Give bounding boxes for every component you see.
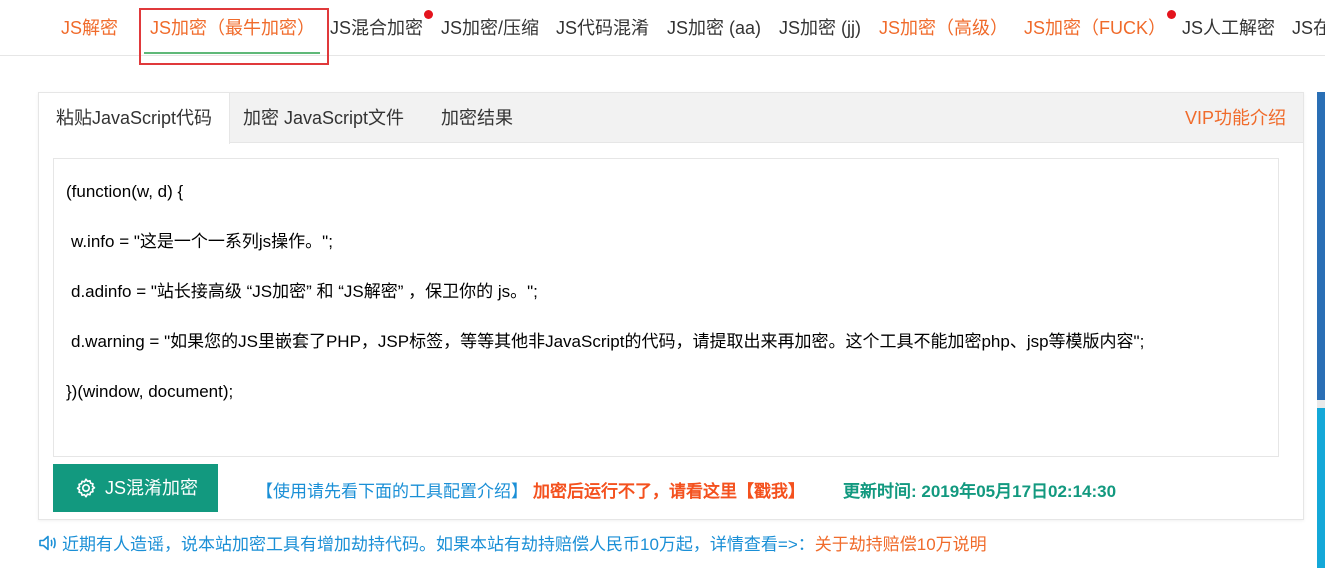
code-line: d.adinfo = "站长接高级 “JS加密” 和 “JS解密” ，保卫你的 … xyxy=(71,282,538,301)
tab-paste-code[interactable]: 粘贴JavaScript代码 xyxy=(39,93,231,144)
nav-item-js-decrypt[interactable]: JS解密 xyxy=(61,16,118,40)
tab-label: 加密结果 xyxy=(441,108,513,128)
nav-item-label: JS加密（高级） xyxy=(879,18,1009,38)
code-line: (function(w, d) { xyxy=(66,182,184,201)
nav-item-js-obfuscate[interactable]: JS代码混淆 xyxy=(556,16,649,40)
nav-item-js-online[interactable]: JS在 xyxy=(1292,16,1325,40)
nav-item-label: JS在 xyxy=(1292,18,1325,38)
troubleshoot-link[interactable]: 加密后运行不了，请看这里【戳我】 xyxy=(533,477,805,502)
encrypt-panel: 粘贴JavaScript代码 加密 JavaScript文件 加密结果 VIP功… xyxy=(38,92,1304,520)
nav-item-js-mixed-encrypt[interactable]: JS混合加密 xyxy=(330,10,434,40)
speaker-icon xyxy=(39,535,56,551)
right-edge-banner xyxy=(1317,408,1325,568)
tab-encrypt-file[interactable]: 加密 JavaScript文件 xyxy=(226,93,421,143)
nav-item-js-encrypt-compress[interactable]: JS加密/压缩 xyxy=(441,16,539,40)
encrypt-button[interactable]: JS混淆加密 xyxy=(53,464,218,512)
nav-item-js-manual-decrypt[interactable]: JS人工解密 xyxy=(1182,16,1275,40)
nav-item-label: JS混合加密 xyxy=(330,18,424,38)
nav-item-label: JS加密 (jj) xyxy=(779,18,861,38)
code-line: })(window, document); xyxy=(66,382,234,401)
new-badge-dot xyxy=(424,10,434,19)
nav-item-label: JS加密（FUCK） xyxy=(1024,18,1167,38)
vip-features-link[interactable]: VIP功能介绍 xyxy=(1185,93,1286,143)
code-line: w.info = "这是一个一系列js操作。"; xyxy=(71,232,333,251)
nav-item-label: JS代码混淆 xyxy=(556,18,650,38)
code-input-textarea[interactable]: (function(w, d) { w.info = "这是一个一系列js操作。… xyxy=(53,158,1279,457)
action-row: JS混淆加密 【使用请先看下面的工具配置介绍】 加密后运行不了，请看这里【戳我】… xyxy=(53,464,1293,512)
new-badge-dot xyxy=(1167,10,1177,19)
tab-encrypt-result[interactable]: 加密结果 xyxy=(424,93,530,143)
tab-label: 加密 JavaScript文件 xyxy=(243,108,405,128)
nav-item-js-encrypt-fuck[interactable]: JS加密（FUCK） xyxy=(1024,10,1177,40)
nav-item-js-encrypt-aa[interactable]: JS加密 (aa) xyxy=(667,16,761,40)
active-nav-highlight-box xyxy=(139,8,329,65)
notice-bar: 近期有人造谣，说本站加密工具有增加劫持代码。如果本站有劫持赔偿人民币10万起，详… xyxy=(38,533,987,557)
code-line: d.warning = "如果您的JS里嵌套了PHP，JSP标签，等等其他非Ja… xyxy=(71,332,1145,351)
tab-bar: 粘贴JavaScript代码 加密 JavaScript文件 加密结果 VIP功… xyxy=(39,93,1303,144)
nav-item-js-encrypt-jj[interactable]: JS加密 (jj) xyxy=(779,16,861,40)
nav-item-label: JS加密/压缩 xyxy=(441,18,540,38)
gear-icon xyxy=(76,478,96,498)
tool-config-help-link[interactable]: 【使用请先看下面的工具配置介绍】 xyxy=(256,477,528,502)
nav-item-label: JS加密 (aa) xyxy=(667,18,762,38)
right-edge-banner xyxy=(1317,92,1325,400)
nav-item-label: JS解密 xyxy=(61,18,119,38)
update-time: 更新时间: 2019年05月17日02:14:30 xyxy=(843,482,1117,501)
nav-item-label: JS人工解密 xyxy=(1182,18,1276,38)
tab-label: 粘贴JavaScript代码 xyxy=(56,108,213,128)
compensation-info-link[interactable]: 关于劫持赔偿10万说明 xyxy=(815,535,987,554)
notice-text: 近期有人造谣，说本站加密工具有增加劫持代码。如果本站有劫持赔偿人民币10万起，详… xyxy=(62,535,815,554)
encrypt-button-label: JS混淆加密 xyxy=(105,478,199,498)
nav-item-js-encrypt-advanced[interactable]: JS加密（高级） xyxy=(879,16,1008,40)
